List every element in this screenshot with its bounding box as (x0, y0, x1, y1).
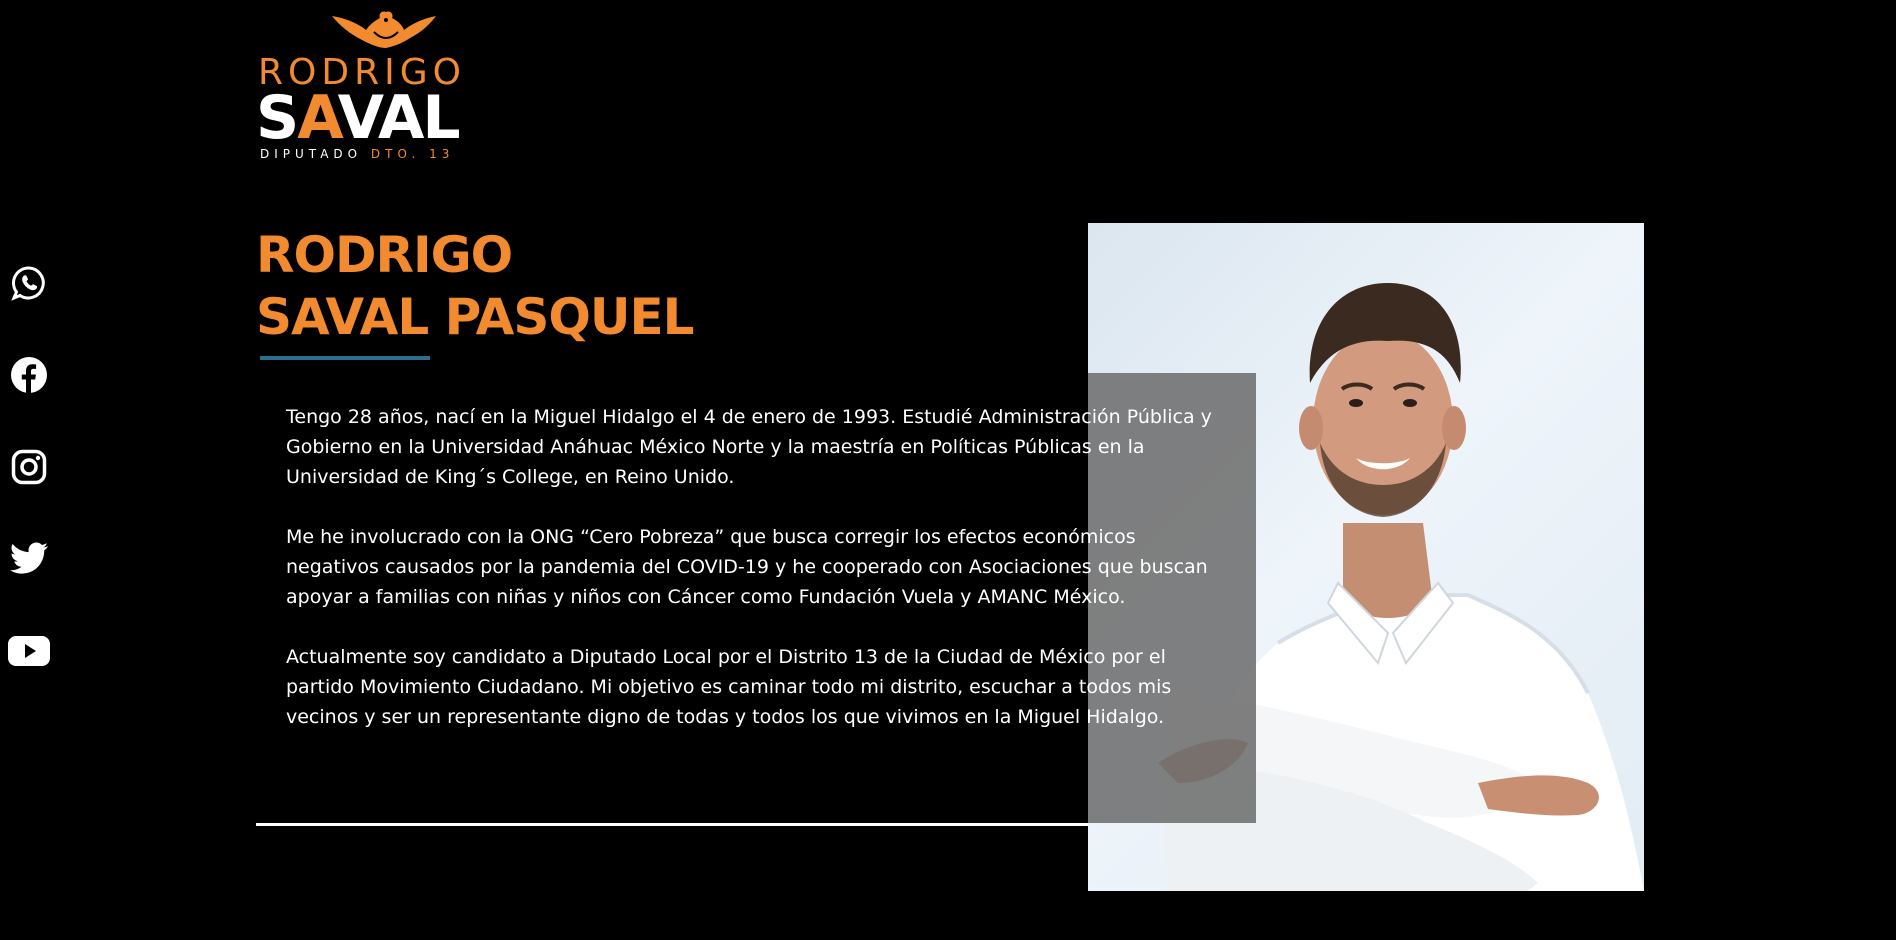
logo-val: VAL (337, 83, 461, 153)
bio-text: Tengo 28 años, nací en la Miguel Hidalgo… (286, 402, 1226, 762)
twitter-link[interactable] (0, 536, 58, 582)
bio-paragraph-1: Tengo 28 años, nací en la Miguel Hidalgo… (286, 406, 1212, 488)
title-line-1: RODRIGO (256, 226, 513, 284)
logo-s: S (256, 83, 299, 153)
logo-diputado: DIPUTADO (260, 147, 363, 161)
instagram-link[interactable] (0, 444, 58, 490)
social-sidebar (0, 260, 68, 720)
bio-paragraph-2: Me he involucrado con la ONG “Cero Pobre… (286, 526, 1208, 608)
title-line-2: SAVAL PASQUEL (256, 288, 694, 346)
youtube-link[interactable] (0, 628, 58, 674)
logo-district: DTO. 13 (370, 147, 455, 161)
phoenix-logo-icon (332, 11, 436, 49)
bio-bottom-divider (256, 823, 1088, 826)
site-logo[interactable]: RODRIGO SAVAL DIPUTADO DTO. 13 (256, 10, 518, 162)
logo-subtitle: DIPUTADO DTO. 13 (260, 148, 454, 160)
logo-a: A (297, 83, 339, 153)
facebook-icon (11, 357, 47, 393)
whatsapp-icon (11, 266, 45, 301)
instagram-icon (11, 449, 47, 485)
logo-last-name: SAVAL (256, 88, 461, 148)
youtube-icon (8, 636, 50, 666)
facebook-link[interactable] (0, 352, 58, 398)
twitter-icon (9, 542, 49, 574)
page-title: RODRIGO SAVAL PASQUEL (256, 224, 694, 348)
bio-paragraph-3: Actualmente soy candidato a Diputado Loc… (286, 646, 1172, 728)
title-underline (260, 356, 430, 360)
whatsapp-link[interactable] (0, 260, 58, 306)
